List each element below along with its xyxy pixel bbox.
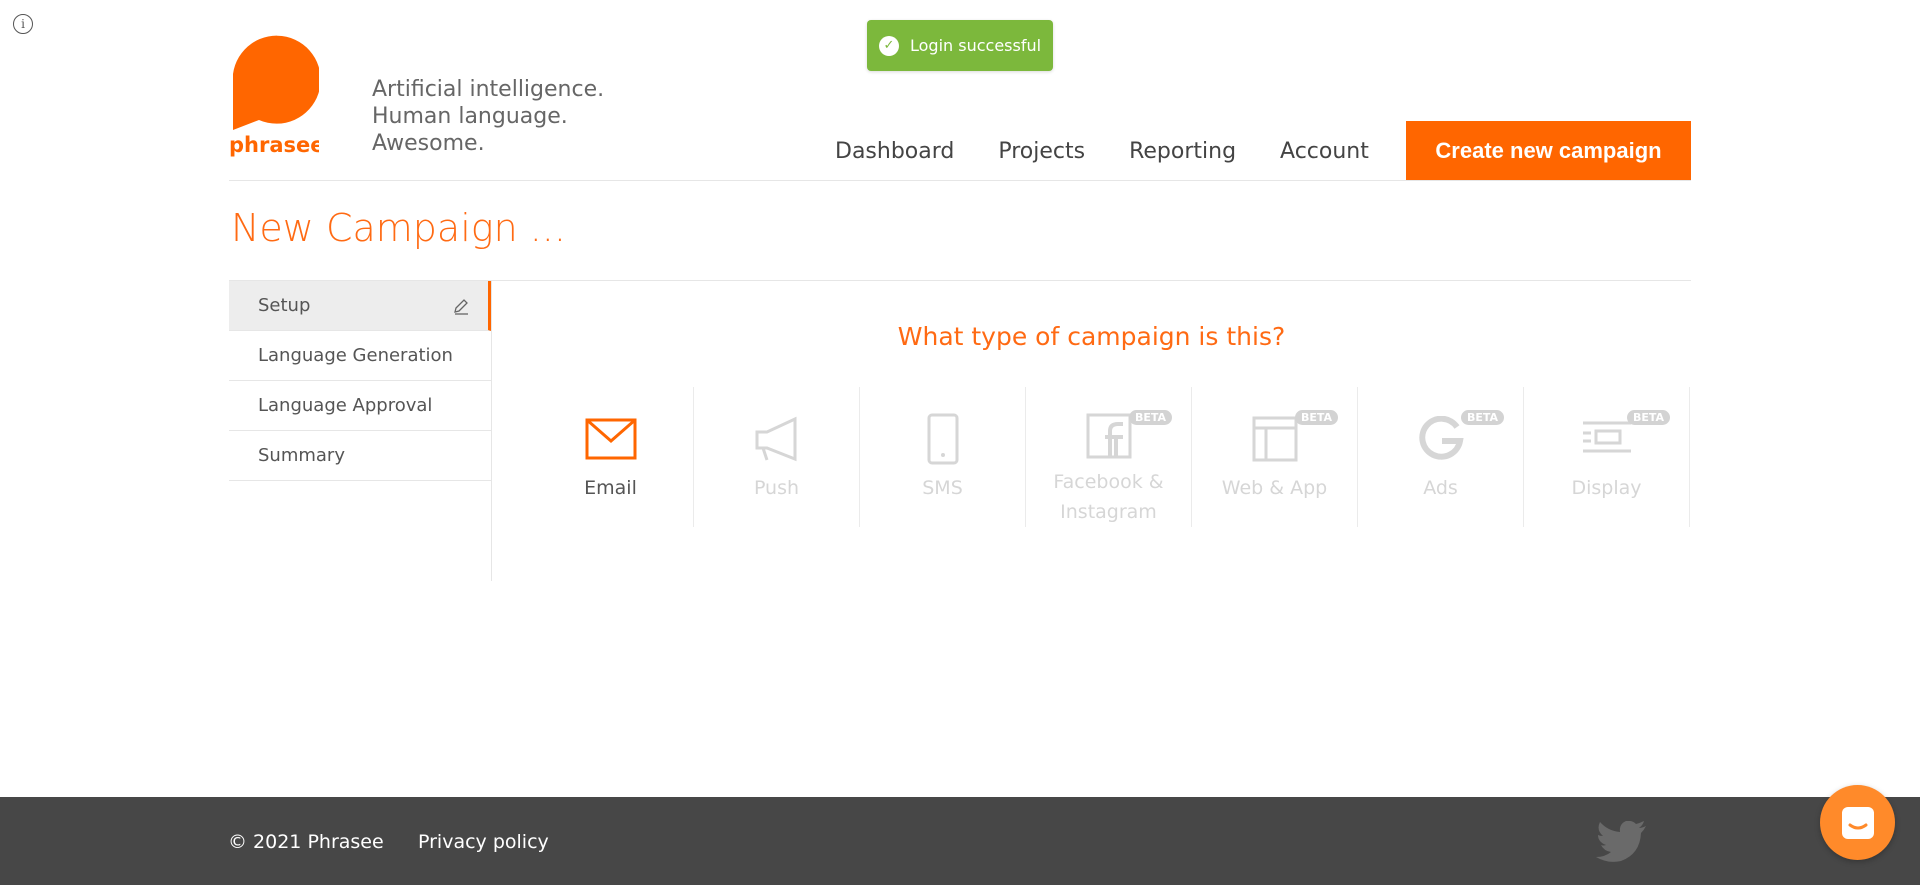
megaphone-icon (755, 416, 796, 462)
nav-account[interactable]: Account (1280, 139, 1369, 164)
beta-badge: BETA (1627, 410, 1671, 425)
nav-dashboard[interactable]: Dashboard (835, 139, 954, 164)
campaign-type-push[interactable]: Push (694, 387, 860, 527)
beta-badge: BETA (1461, 410, 1505, 425)
main-nav: Dashboard Projects Reporting Account (835, 121, 1394, 181)
campaign-type-label: Display (1571, 477, 1642, 499)
check-circle-icon: ✓ (879, 35, 899, 56)
campaign-type-label: Facebook & Instagram (1053, 471, 1164, 523)
envelope-icon (585, 418, 636, 460)
campaign-type-label: Ads (1423, 477, 1458, 499)
page-title: New Campaign ... (231, 206, 566, 250)
sidebar-item-label: Language Generation (258, 345, 453, 366)
nav-projects[interactable]: Projects (998, 139, 1085, 164)
campaign-type-facebook-instagram[interactable]: BETA Facebook & Instagram (1026, 387, 1192, 527)
header-divider (229, 180, 1691, 181)
campaign-type-label: Push (753, 477, 800, 499)
sidebar-item-language-generation[interactable]: Language Generation (229, 331, 491, 381)
chat-icon (1841, 806, 1874, 839)
copyright-text: 2021 Phrasee (253, 831, 384, 853)
campaign-type-question: What type of campaign is this? (897, 322, 1286, 351)
phone-icon (927, 413, 958, 465)
login-success-toast: ✓ Login successful (867, 20, 1053, 71)
campaign-type-display[interactable]: BETA Display (1524, 387, 1690, 527)
beta-badge: BETA (1295, 410, 1339, 425)
twitter-icon[interactable] (1596, 821, 1648, 863)
campaign-type-email[interactable]: Email (528, 387, 694, 527)
copyright: © 2021 Phrasee (228, 831, 384, 853)
info-icon[interactable]: i (13, 14, 33, 34)
tagline-line: Human language. (372, 104, 568, 129)
campaign-type-label: Email (584, 477, 637, 499)
beta-badge: BETA (1129, 410, 1173, 425)
display-icon (1582, 421, 1631, 453)
sidebar-item-summary[interactable]: Summary (229, 431, 491, 481)
sidebar-item-language-approval[interactable]: Language Approval (229, 381, 491, 431)
copyright-icon: © (228, 831, 247, 853)
campaign-type-web-app[interactable]: BETA Web & App (1192, 387, 1358, 527)
sidebar-item-label: Setup (258, 295, 311, 316)
campaign-type-ads[interactable]: BETA Ads (1358, 387, 1524, 527)
campaign-steps-sidebar: Setup Language Generation Language Appro… (229, 281, 491, 481)
create-campaign-button[interactable]: Create new campaign (1406, 121, 1691, 181)
layout-icon (1252, 416, 1297, 462)
sidebar-item-label: Summary (258, 445, 345, 466)
pencil-icon[interactable] (452, 297, 470, 315)
campaign-type-label: Web & App (1221, 477, 1328, 499)
campaign-type-options: Email Push SMS BETA Facebook & Instagram (528, 387, 1690, 527)
sidebar-item-label: Language Approval (258, 395, 433, 416)
facebook-icon (1086, 413, 1131, 459)
sidebar-item-setup[interactable]: Setup (229, 281, 491, 331)
nav-reporting[interactable]: Reporting (1129, 139, 1236, 164)
tagline-line: Awesome. (372, 131, 485, 156)
privacy-policy-link[interactable]: Privacy policy (418, 831, 549, 853)
google-icon (1418, 416, 1464, 460)
toast-message: Login successful (910, 36, 1042, 55)
logo-wordmark: phrasee (229, 133, 319, 157)
phrasee-logo[interactable]: phrasee (229, 24, 319, 159)
footer: © 2021 Phrasee Privacy policy (0, 797, 1920, 885)
chat-launcher-button[interactable] (1820, 785, 1895, 860)
campaign-type-label: SMS (922, 477, 963, 499)
brand-tagline: Artificial intelligence. Human language.… (372, 76, 604, 157)
campaign-type-sms[interactable]: SMS (860, 387, 1026, 527)
tagline-line: Artificial intelligence. (372, 77, 605, 102)
